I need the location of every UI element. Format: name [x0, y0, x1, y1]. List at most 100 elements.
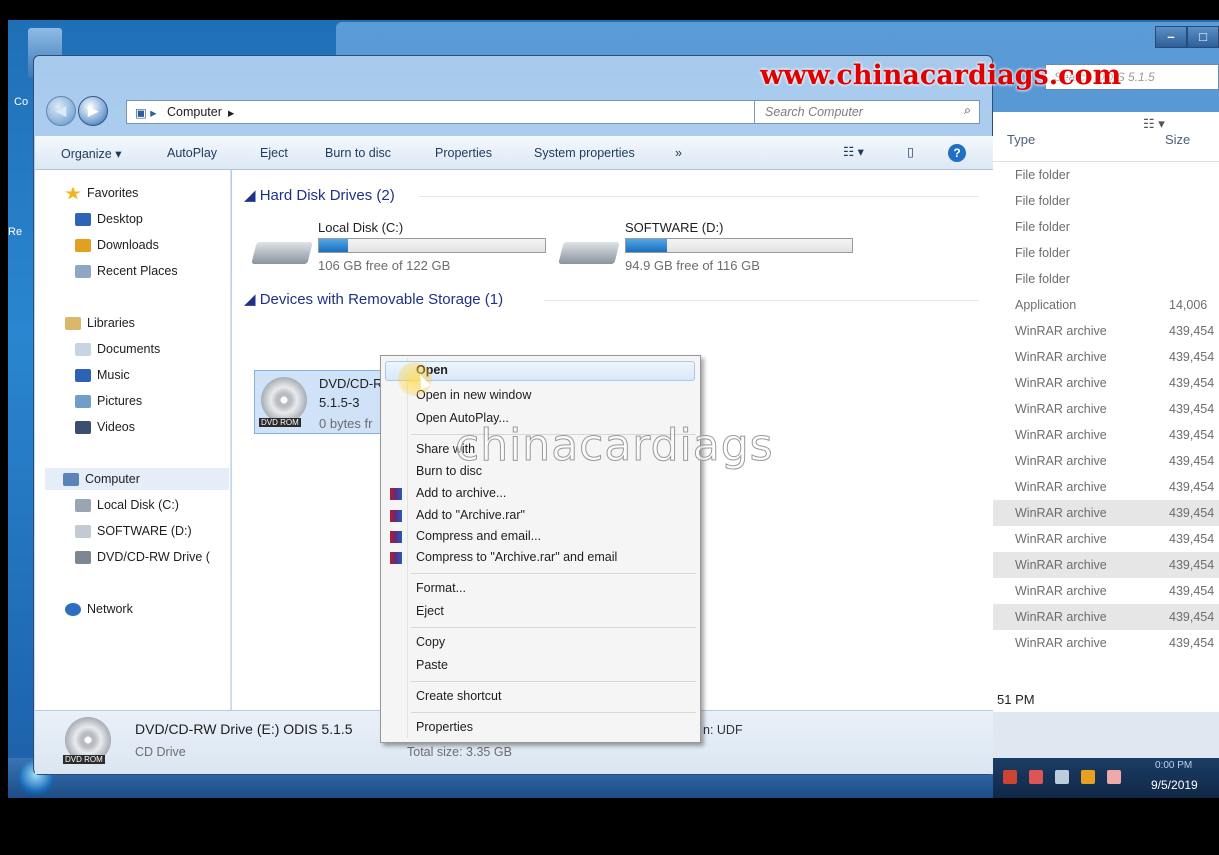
menu-item-compress-email[interactable]: Compress and email... [416, 529, 541, 543]
action-center-icon[interactable] [1107, 770, 1121, 784]
file-size: 439,454 [1169, 402, 1215, 416]
dvd-drive-icon [75, 550, 91, 564]
clock-date[interactable]: 9/5/2019 [1151, 778, 1198, 792]
tray-flag-icon[interactable] [1081, 770, 1095, 784]
nav-network[interactable]: Network [65, 602, 133, 616]
list-item[interactable]: WinRAR archive 439,454 [993, 578, 1219, 604]
desktop-icon-label: Re [8, 226, 23, 238]
status-text: 51 PM [997, 692, 1035, 707]
menu-item-compress-rar-email[interactable]: Compress to "Archive.rar" and email [416, 550, 617, 564]
list-item[interactable]: WinRAR archive 439,454 [993, 630, 1219, 656]
group-removable-storage[interactable]: ◢ Devices with Removable Storage (1) [244, 290, 979, 308]
nav-computer[interactable]: Computer [45, 468, 229, 490]
file-type: File folder [1015, 194, 1070, 208]
list-item[interactable]: WinRAR archive 439,454 [993, 396, 1219, 422]
drive-free-space: 94.9 GB free of 116 GB [625, 258, 760, 273]
list-item[interactable]: File folder [993, 162, 1219, 188]
list-item[interactable]: WinRAR archive 439,454 [993, 552, 1219, 578]
search-icon[interactable]: ⌕ [964, 103, 971, 118]
forward-button[interactable]: ▶ [78, 96, 108, 126]
nav-downloads[interactable]: Downloads [75, 238, 159, 252]
list-item[interactable]: File folder [993, 266, 1219, 292]
nav-software-drive[interactable]: SOFTWARE (D:) [75, 524, 192, 538]
menu-separator [411, 712, 696, 713]
preview-pane-icon[interactable]: ▯ [907, 144, 914, 159]
libraries-icon [65, 316, 81, 330]
organize-button[interactable]: Organize ▾ [61, 146, 121, 161]
menu-item-format[interactable]: Format... [416, 581, 466, 595]
nav-videos[interactable]: Videos [75, 420, 135, 434]
minimize-button[interactable]: – [1155, 26, 1187, 48]
group-hard-disk-drives[interactable]: ◢ Hard Disk Drives (2) [244, 186, 979, 204]
volume-icon[interactable] [1055, 770, 1069, 784]
menu-item-create-shortcut[interactable]: Create shortcut [416, 689, 501, 703]
list-item[interactable]: Application 14,006 [993, 292, 1219, 318]
autoplay-button[interactable]: AutoPlay [167, 146, 217, 160]
menu-item-properties[interactable]: Properties [416, 720, 473, 734]
desktop-icon [75, 212, 91, 226]
nav-local-disk[interactable]: Local Disk (C:) [75, 498, 179, 512]
menu-item-copy[interactable]: Copy [416, 635, 445, 649]
menu-item-eject[interactable]: Eject [416, 604, 444, 618]
dvd-rom-tag: DVD ROM [63, 755, 105, 764]
file-type: File folder [1015, 246, 1070, 260]
winrar-icon [390, 531, 402, 543]
view-icon[interactable]: ☷ ▾ [1143, 116, 1165, 132]
column-type[interactable]: Type [1007, 132, 1035, 147]
file-type: WinRAR archive [1015, 428, 1107, 442]
nav-favorites[interactable]: Favorites [65, 186, 138, 200]
menu-separator [411, 627, 696, 628]
nav-music[interactable]: Music [75, 368, 130, 382]
nav-documents[interactable]: Documents [75, 342, 160, 356]
back-button[interactable]: ◀ [46, 96, 76, 126]
properties-button[interactable]: Properties [435, 146, 492, 160]
file-size: 439,454 [1169, 558, 1215, 572]
list-item[interactable]: WinRAR archive 439,454 [993, 370, 1219, 396]
list-item[interactable]: WinRAR archive 439,454 [993, 344, 1219, 370]
menu-item-open-new-window[interactable]: Open in new window [416, 388, 531, 402]
nav-label: Pictures [97, 394, 143, 408]
maximize-button[interactable]: □ [1187, 26, 1219, 48]
file-type: WinRAR archive [1015, 532, 1107, 546]
menu-item-add-to-archive[interactable]: Add to archive... [416, 486, 506, 500]
clock-time[interactable]: 0:00 PM [1155, 760, 1192, 771]
list-item[interactable]: WinRAR archive 439,454 [993, 500, 1219, 526]
drive-software[interactable]: SOFTWARE (D:) 94.9 GB free of 116 GB [558, 220, 861, 276]
list-item[interactable]: WinRAR archive 439,454 [993, 526, 1219, 552]
breadcrumb-arrow-icon[interactable]: ▸ [228, 105, 234, 120]
videos-icon [75, 420, 91, 434]
list-item[interactable]: WinRAR archive 439,454 [993, 604, 1219, 630]
nav-label: Local Disk (C:) [97, 498, 179, 512]
tray-app-icon[interactable] [1003, 770, 1017, 784]
nav-pictures[interactable]: Pictures [75, 394, 142, 408]
menu-item-add-to-archive-rar[interactable]: Add to "Archive.rar" [416, 508, 525, 522]
list-item[interactable]: WinRAR archive 439,454 [993, 474, 1219, 500]
list-item[interactable]: WinRAR archive 439,454 [993, 448, 1219, 474]
more-commands-button[interactable]: » [675, 146, 682, 160]
burn-to-disc-button[interactable]: Burn to disc [325, 146, 391, 160]
menu-item-paste[interactable]: Paste [416, 658, 448, 672]
list-item[interactable]: WinRAR archive 439,454 [993, 318, 1219, 344]
nav-dvd-drive[interactable]: DVD/CD-RW Drive ( [75, 550, 210, 564]
nav-recent-places[interactable]: Recent Places [75, 264, 178, 278]
breadcrumb-computer[interactable]: Computer [167, 105, 222, 119]
system-properties-button[interactable]: System properties [534, 146, 635, 160]
list-item[interactable]: File folder [993, 214, 1219, 240]
change-view-icon[interactable]: ☷ ▾ [843, 144, 864, 159]
help-icon[interactable]: ? [948, 144, 966, 162]
menu-gutter [407, 358, 408, 738]
eject-button[interactable]: Eject [260, 146, 288, 160]
list-item[interactable]: File folder [993, 240, 1219, 266]
drive-icon [75, 498, 91, 512]
nav-libraries[interactable]: Libraries [65, 316, 135, 330]
tray-network-icon[interactable] [1029, 770, 1043, 784]
drive-local-disk[interactable]: Local Disk (C:) 106 GB free of 122 GB [251, 220, 554, 276]
system-tray: 0:00 PM 9/5/2019 [993, 758, 1219, 798]
nav-desktop[interactable]: Desktop [75, 212, 143, 226]
list-item[interactable]: File folder [993, 188, 1219, 214]
search-input[interactable]: Search Computer ⌕ [754, 100, 980, 124]
star-icon [65, 186, 81, 200]
list-item[interactable]: WinRAR archive 439,454 [993, 422, 1219, 448]
address-bar[interactable]: ▣ ▸ Computer ▸ ▾ ↻ [126, 100, 802, 124]
column-size[interactable]: Size [1165, 132, 1190, 147]
